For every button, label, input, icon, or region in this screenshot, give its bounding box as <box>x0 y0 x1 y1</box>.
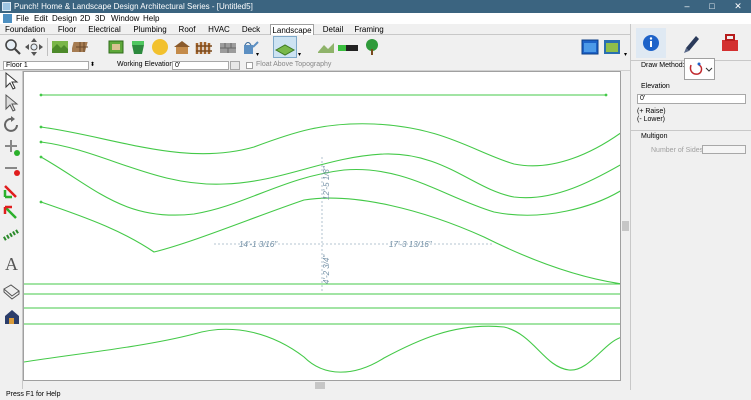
menu-edit[interactable]: Edit <box>34 14 48 23</box>
contour-line <box>40 123 620 167</box>
menu-file[interactable]: File <box>16 14 29 23</box>
app-icon <box>2 2 11 11</box>
multigon-heading: Multigon <box>641 133 668 140</box>
spinner-icon[interactable]: ⬍ <box>90 61 95 68</box>
tab-detail[interactable]: Detail <box>320 24 346 35</box>
sun-shade-icon[interactable] <box>150 37 170 57</box>
dimension-label-4: 4'-2 3/4" <box>322 254 331 284</box>
contour-line <box>40 141 620 199</box>
dimension-label-2: 14'-1 3/16" <box>239 240 278 249</box>
float-above-label: Float Above Topography <box>256 61 332 68</box>
paver-tool-icon[interactable] <box>72 37 92 57</box>
fence-icon[interactable] <box>194 37 214 57</box>
svg-text:A: A <box>5 254 18 273</box>
gazebo-icon[interactable] <box>172 37 192 57</box>
info-icon[interactable] <box>636 28 666 58</box>
tab-floor[interactable]: Floor <box>55 24 79 35</box>
house-icon[interactable] <box>2 307 21 327</box>
status-bar: Press F1 for Help <box>0 390 751 400</box>
lower-note: (- Lower) <box>637 116 666 123</box>
zoom-tool-icon[interactable] <box>3 37 23 57</box>
number-of-sides-label: Number of Sides: <box>651 147 706 154</box>
minimize-button[interactable]: – <box>676 0 698 13</box>
landscape-toolbar: ▾ ▾ ▾ <box>0 35 630 60</box>
options-bar: Floor 1 ⬍ Working Elevation: 0' Float Ab… <box>0 60 630 71</box>
working-elevation-label: Working Elevation: <box>117 61 176 68</box>
plan-canvas[interactable]: 12'-5 1/8" 14'-1 3/16" 17'-3 13/16" 4'-2… <box>23 71 621 381</box>
working-elevation-input[interactable]: 0' <box>172 61 229 70</box>
draw-method-label: Draw Method: <box>641 62 685 69</box>
add-elevation-icon[interactable] <box>2 181 21 201</box>
contour-line <box>24 325 620 373</box>
view-window-icon[interactable] <box>580 37 600 57</box>
wall-icon[interactable] <box>218 37 238 57</box>
dimension-label-3: 17'-3 13/16" <box>389 240 433 249</box>
terrain-tool-icon[interactable] <box>50 37 70 57</box>
add-point-icon[interactable] <box>2 137 21 157</box>
tab-roof[interactable]: Roof <box>176 24 198 35</box>
tab-landscape[interactable]: Landscape <box>270 24 314 35</box>
toolbox-icon[interactable] <box>715 28 745 58</box>
tab-foundation[interactable]: Foundation <box>3 24 47 35</box>
vertical-scroll-thumb[interactable] <box>622 221 629 231</box>
tab-electrical[interactable]: Electrical <box>86 24 123 35</box>
terrain-slope-icon[interactable] <box>316 37 336 57</box>
draw-method-picker[interactable] <box>684 58 715 80</box>
menu-help[interactable]: Help <box>143 14 159 23</box>
tab-hvac[interactable]: HVAC <box>206 24 232 35</box>
slab-tool-icon[interactable] <box>336 37 360 57</box>
pen-icon[interactable] <box>676 28 706 58</box>
select-points-icon[interactable] <box>2 93 21 113</box>
menu-bar: File Edit Design 2D 3D Window Help <box>0 13 751 24</box>
panel-divider <box>631 130 751 131</box>
lower-elevation-icon[interactable] <box>2 203 21 223</box>
terrain-grid-icon[interactable] <box>273 36 297 58</box>
status-text: Press F1 for Help <box>6 391 61 398</box>
menu-design[interactable]: Design <box>52 14 77 23</box>
select-arrow-icon[interactable] <box>2 71 21 91</box>
float-above-checkbox[interactable] <box>246 62 253 69</box>
menu-2d[interactable]: 2D <box>80 14 90 23</box>
planter-icon[interactable] <box>128 37 148 57</box>
chevron-down-icon[interactable]: ▾ <box>256 51 260 58</box>
draw-method-spline-icon <box>689 62 713 75</box>
terrain-drawing[interactable]: 12'-5 1/8" 14'-1 3/16" 17'-3 13/16" 4'-2… <box>24 72 621 381</box>
chevron-down-icon[interactable]: ▾ <box>624 51 627 58</box>
tab-framing[interactable]: Framing <box>353 24 385 35</box>
remove-point-icon[interactable] <box>2 159 21 179</box>
tab-plumbing[interactable]: Plumbing <box>131 24 169 35</box>
pan-tool-icon[interactable] <box>24 37 44 57</box>
dimension-label-1: 12'-5 1/8" <box>322 165 331 200</box>
maximize-button[interactable]: □ <box>701 0 723 13</box>
text-tool-icon[interactable]: A <box>2 253 21 273</box>
book-icon[interactable] <box>2 281 21 301</box>
chevron-down-icon[interactable]: ▾ <box>298 51 301 58</box>
number-of-sides-input[interactable] <box>702 145 746 154</box>
planting-bed-icon[interactable] <box>106 37 126 57</box>
chain-icon[interactable] <box>2 225 21 245</box>
contour-line <box>40 197 620 285</box>
elevation-heading: Elevation <box>641 83 670 90</box>
rotate-icon[interactable] <box>2 115 21 135</box>
close-button[interactable]: ✕ <box>727 0 749 13</box>
app-menu-icon[interactable] <box>3 14 12 23</box>
toolbar-separator <box>47 38 48 56</box>
tree-tool-icon[interactable] <box>362 37 382 57</box>
elevation-input[interactable]: 0' <box>637 94 746 104</box>
properties-panel: Draw Method: Elevation 0' (+ Raise) (- L… <box>630 24 751 390</box>
tab-deck[interactable]: Deck <box>240 24 262 35</box>
horizontal-scroll-thumb[interactable] <box>315 382 325 389</box>
raise-note: (+ Raise) <box>637 108 666 115</box>
left-toolbar: A <box>0 71 23 389</box>
floor-select[interactable]: Floor 1 <box>3 61 89 70</box>
menu-window[interactable]: Window <box>111 14 139 23</box>
window-title: Punch! Home & Landscape Design Architect… <box>14 2 253 11</box>
chevron-down-icon[interactable] <box>230 61 240 70</box>
layout-window-icon[interactable] <box>602 37 622 57</box>
menu-3d[interactable]: 3D <box>95 14 105 23</box>
vertical-scrollbar[interactable] <box>621 71 630 381</box>
title-bar: Punch! Home & Landscape Design Architect… <box>0 0 751 13</box>
horizontal-scrollbar[interactable] <box>23 381 621 390</box>
